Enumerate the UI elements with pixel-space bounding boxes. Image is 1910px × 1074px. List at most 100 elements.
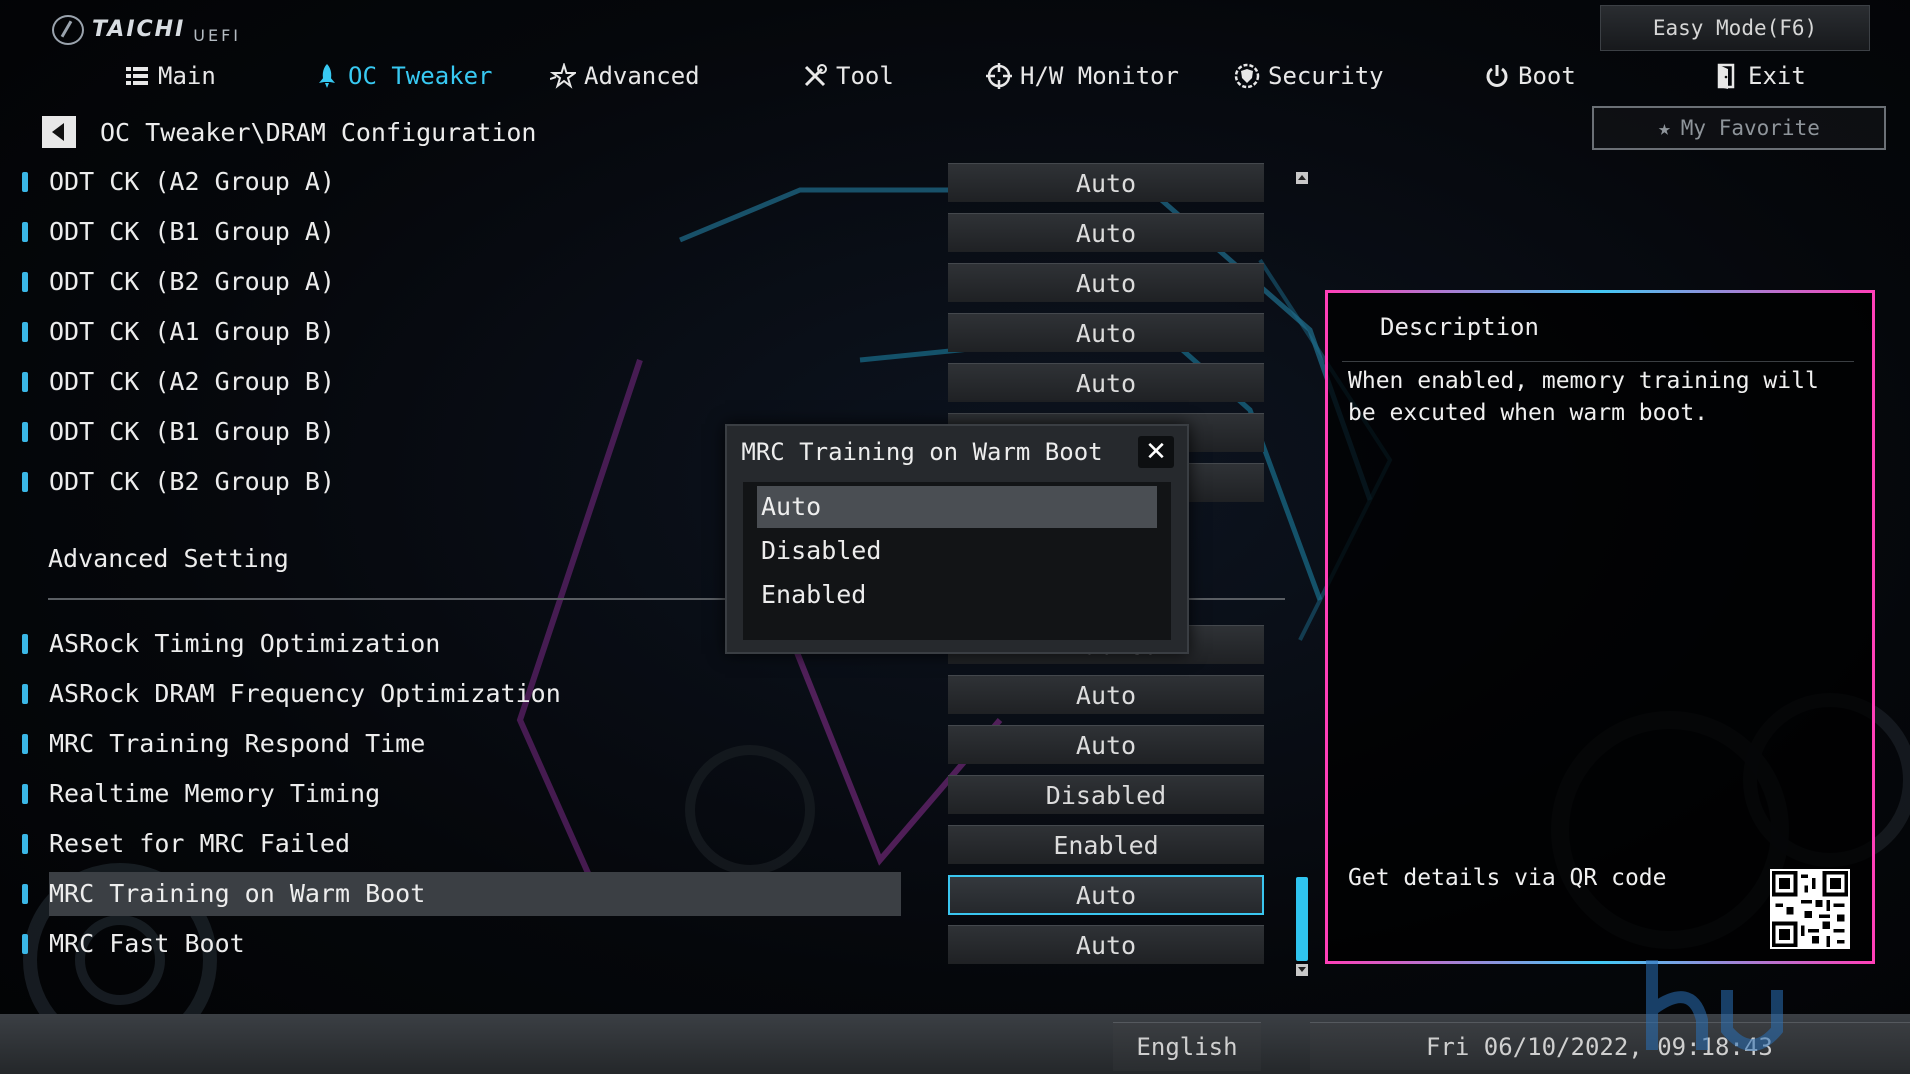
setting-row[interactable]: MRC Fast Boot Auto [0, 922, 1275, 966]
qr-code-label: Get details via QR code [1348, 865, 1667, 891]
option-dialog: MRC Training on Warm Boot ✕ Auto Disable… [725, 424, 1189, 654]
tab-advanced[interactable]: Advanced [550, 56, 700, 96]
setting-value-button[interactable]: Auto [948, 163, 1264, 202]
tab-main[interactable]: Main [124, 56, 216, 96]
scroll-up-arrow-icon[interactable] [1296, 172, 1308, 184]
setting-value-button[interactable]: Auto [948, 363, 1264, 402]
setting-row[interactable]: MRC Training Respond Time Auto [0, 722, 1275, 766]
shield-icon [1234, 63, 1260, 89]
section-title: Advanced Setting [48, 544, 289, 573]
setting-value-button[interactable]: Auto [948, 263, 1264, 302]
qr-code-icon [1770, 869, 1850, 949]
list-icon [126, 67, 148, 85]
description-title: Description [1380, 313, 1539, 341]
setting-label: ODT CK (B2 Group B) [49, 467, 335, 496]
star-icon [550, 63, 576, 89]
setting-row[interactable]: Reset for MRC Failed Enabled [0, 822, 1275, 866]
tab-boot-label: Boot [1518, 62, 1576, 90]
exit-door-icon [1717, 63, 1735, 89]
taichi-logo-icon [52, 14, 84, 45]
easy-mode-button[interactable]: Easy Mode(F6) [1600, 5, 1870, 51]
tab-tool-label: Tool [836, 62, 894, 90]
setting-row-selected[interactable]: MRC Training on Warm Boot Auto [0, 872, 1275, 916]
row-marker-icon [22, 422, 28, 442]
setting-value-button[interactable]: Auto [948, 875, 1264, 915]
breadcrumb: OC Tweaker\DRAM Configuration [100, 118, 537, 147]
brand-name: TAICHI [92, 17, 186, 42]
tab-tool[interactable]: Tool [802, 56, 894, 96]
row-marker-icon [22, 172, 28, 192]
option-disabled[interactable]: Disabled [757, 530, 1157, 572]
setting-label: ODT CK (A1 Group B) [49, 317, 335, 346]
brand-logo: TAICHI UEFI [52, 14, 241, 45]
row-marker-icon [22, 884, 28, 904]
language-button[interactable]: English [1113, 1022, 1261, 1071]
row-marker-icon [22, 372, 28, 392]
close-icon[interactable]: ✕ [1138, 436, 1174, 468]
watermark-logo-icon [1646, 960, 1783, 1051]
row-marker-icon [22, 272, 28, 292]
setting-value-button[interactable]: Disabled [948, 775, 1264, 814]
setting-row[interactable]: ODT CK (A1 Group B) Auto [0, 310, 1275, 354]
row-marker-icon [22, 634, 28, 654]
setting-label: ODT CK (A2 Group A) [49, 167, 335, 196]
setting-label: MRC Training Respond Time [49, 729, 426, 758]
row-marker-icon [22, 472, 28, 492]
dialog-title: MRC Training on Warm Boot [741, 438, 1103, 466]
setting-label: Reset for MRC Failed [49, 829, 351, 858]
setting-label: ODT CK (B1 Group A) [49, 217, 335, 246]
wrench-icon [804, 64, 827, 87]
tab-exit[interactable]: Exit [1714, 56, 1806, 96]
tab-security-label: Security [1268, 62, 1384, 90]
rocket-icon [319, 64, 335, 88]
scroll-down-arrow-icon[interactable] [1296, 964, 1308, 976]
scrollbar-thumb[interactable] [1296, 877, 1308, 961]
option-enabled[interactable]: Enabled [757, 574, 1157, 616]
setting-row[interactable]: Realtime Memory Timing Disabled [0, 772, 1275, 816]
setting-value-button[interactable]: Auto [948, 213, 1264, 252]
back-button[interactable] [42, 116, 76, 148]
setting-row[interactable]: ODT CK (B1 Group A) Auto [0, 210, 1275, 254]
description-panel: Description When enabled, memory trainin… [1325, 290, 1875, 964]
setting-label: ODT CK (B1 Group B) [49, 417, 335, 446]
row-marker-icon [22, 222, 28, 242]
setting-label: ODT CK (A2 Group B) [49, 367, 335, 396]
row-marker-icon [22, 784, 28, 804]
setting-value-button[interactable]: Enabled [948, 825, 1264, 864]
setting-row[interactable]: ODT CK (B2 Group A) Auto [0, 260, 1275, 304]
tab-oc-tweaker-label: OC Tweaker [348, 62, 493, 90]
setting-label: ASRock DRAM Frequency Optimization [49, 679, 561, 708]
tab-boot[interactable]: Boot [1484, 56, 1576, 96]
crosshair-icon [986, 63, 1012, 89]
setting-row[interactable]: ODT CK (A2 Group B) Auto [0, 360, 1275, 404]
tab-oc-tweaker[interactable]: OC Tweaker [314, 56, 493, 96]
my-favorite-button[interactable]: ★ My Favorite [1592, 106, 1886, 150]
setting-value-button[interactable]: Auto [948, 313, 1264, 352]
setting-row[interactable]: ODT CK (A2 Group A) Auto [0, 160, 1275, 204]
option-auto[interactable]: Auto [757, 486, 1157, 528]
setting-row[interactable]: ASRock DRAM Frequency Optimization Auto [0, 672, 1275, 716]
tab-exit-label: Exit [1748, 62, 1806, 90]
tab-main-label: Main [158, 62, 216, 90]
main-nav: Main OC Tweaker Advanced Tool H/W Monito… [0, 56, 1910, 96]
tab-hw-monitor-label: H/W Monitor [1020, 62, 1179, 90]
setting-label: MRC Fast Boot [49, 929, 245, 958]
row-marker-icon [22, 834, 28, 854]
setting-value-button[interactable]: Auto [948, 725, 1264, 764]
description-divider [1342, 361, 1854, 362]
tab-advanced-label: Advanced [584, 62, 700, 90]
description-text: When enabled, memory training will be ex… [1348, 368, 1819, 426]
tab-hw-monitor[interactable]: H/W Monitor [986, 56, 1179, 96]
setting-value-button[interactable]: Auto [948, 925, 1264, 964]
option-list: Auto Disabled Enabled [743, 482, 1171, 640]
setting-label: ASRock Timing Optimization [49, 629, 441, 658]
setting-label: Realtime Memory Timing [49, 779, 381, 808]
setting-label: ODT CK (B2 Group A) [49, 267, 335, 296]
favorite-star-icon: ★ [1658, 116, 1671, 140]
power-icon [1486, 65, 1508, 87]
row-marker-icon [22, 734, 28, 754]
setting-value-button[interactable]: Auto [948, 675, 1264, 714]
my-favorite-label: My Favorite [1680, 116, 1820, 140]
tab-security[interactable]: Security [1234, 56, 1384, 96]
brand-sub: UEFI [193, 26, 242, 45]
